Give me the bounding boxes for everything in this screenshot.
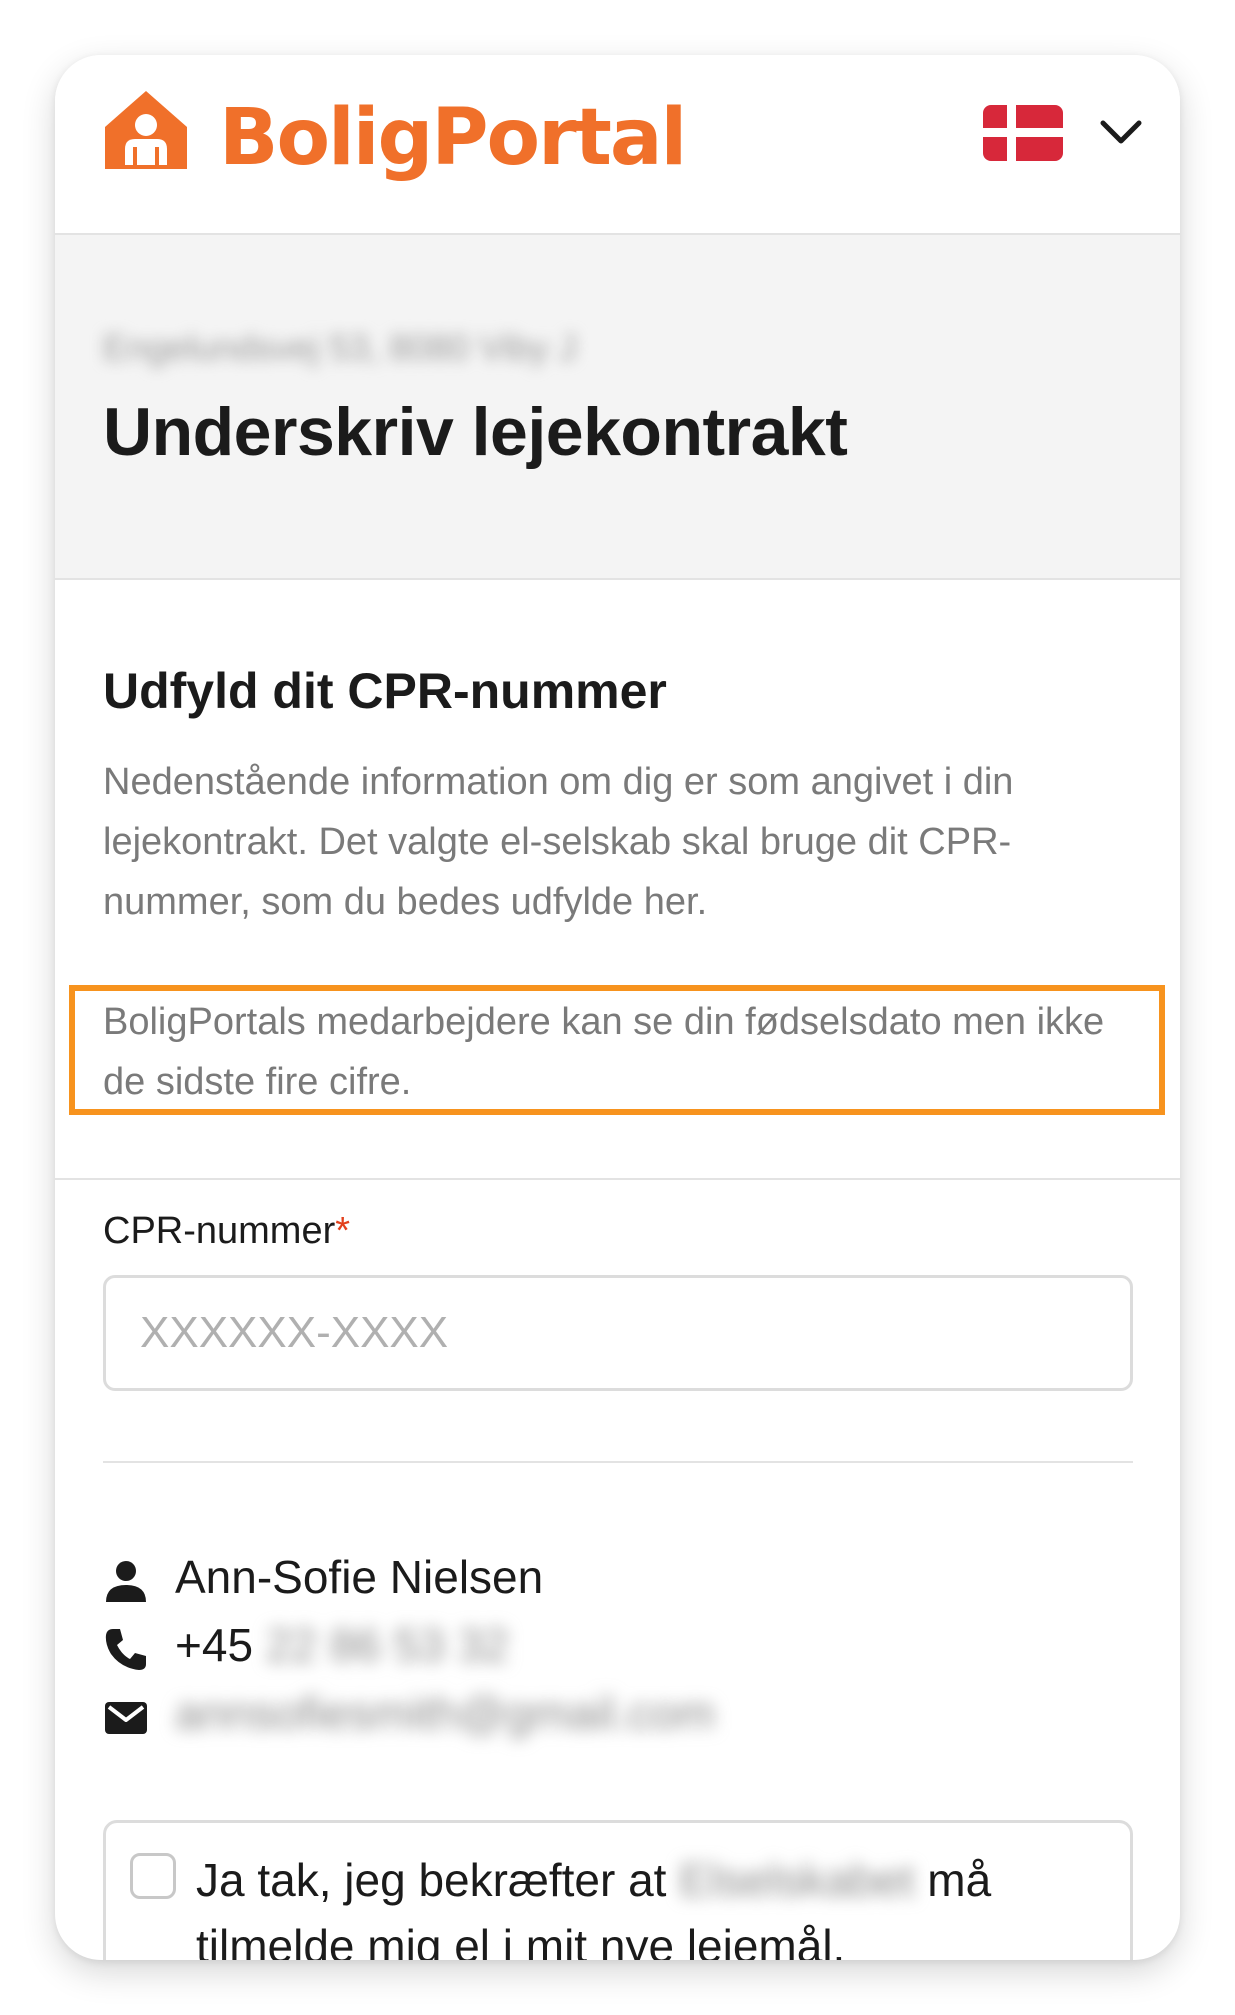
phone-icon [105,1629,146,1670]
denmark-flag-icon [983,105,1063,161]
consent-box: Ja tak, jeg bekræfter at Elselskabet må … [103,1820,1133,1960]
title-band: Engelundsvej 53, 8080 Viby J Underskriv … [55,235,1180,580]
mail-icon [105,1702,147,1734]
phone-number: 22 86 53 32 [265,1619,509,1671]
info-description: Nedenstående information om dig er som a… [103,761,1014,923]
cpr-label-text: CPR-nummer [103,1210,336,1252]
boligportal-logo-text[interactable]: BoligPortal [219,93,687,183]
language-selector[interactable] [983,105,1143,185]
boligportal-logo-icon[interactable] [103,87,189,173]
cpr-field-label: CPR-nummer* [103,1210,350,1253]
phone-prefix: +45 [175,1619,254,1671]
contact-name: Ann-Sofie Nielsen [175,1551,544,1603]
app-card: BoligPortal Engelundsvej 53, 8080 Viby J… [55,55,1180,1960]
chevron-down-icon [1100,120,1142,144]
divider [103,1461,1133,1463]
contact-phone: +45 22 86 53 32 [175,1618,509,1672]
consent-text: Ja tak, jeg bekræfter at Elselskabet må … [196,1847,1096,1960]
section-heading: Udfyld dit CPR-nummer [103,663,667,719]
consent-checkbox[interactable] [130,1853,176,1899]
required-asterisk: * [335,1210,351,1252]
company-name: Elselskabet [679,1854,915,1906]
contact-email: annsofiesmith@gmail.com [175,1686,715,1740]
privacy-note: BoligPortals medarbejdere kan se din fød… [103,1001,1105,1103]
cpr-info-section: Udfyld dit CPR-nummer Nedenstående infor… [55,580,1180,1180]
person-icon [106,1561,146,1602]
listing-address: Engelundsvej 53, 8080 Viby J [103,327,577,368]
top-header: BoligPortal [55,55,1180,235]
consent-text-before: Ja tak, jeg bekræfter at [196,1854,667,1906]
cpr-input[interactable] [103,1275,1133,1391]
page-title: Underskriv lejekontrakt [103,394,848,470]
email-address: annsofiesmith@gmail.com [175,1687,716,1739]
